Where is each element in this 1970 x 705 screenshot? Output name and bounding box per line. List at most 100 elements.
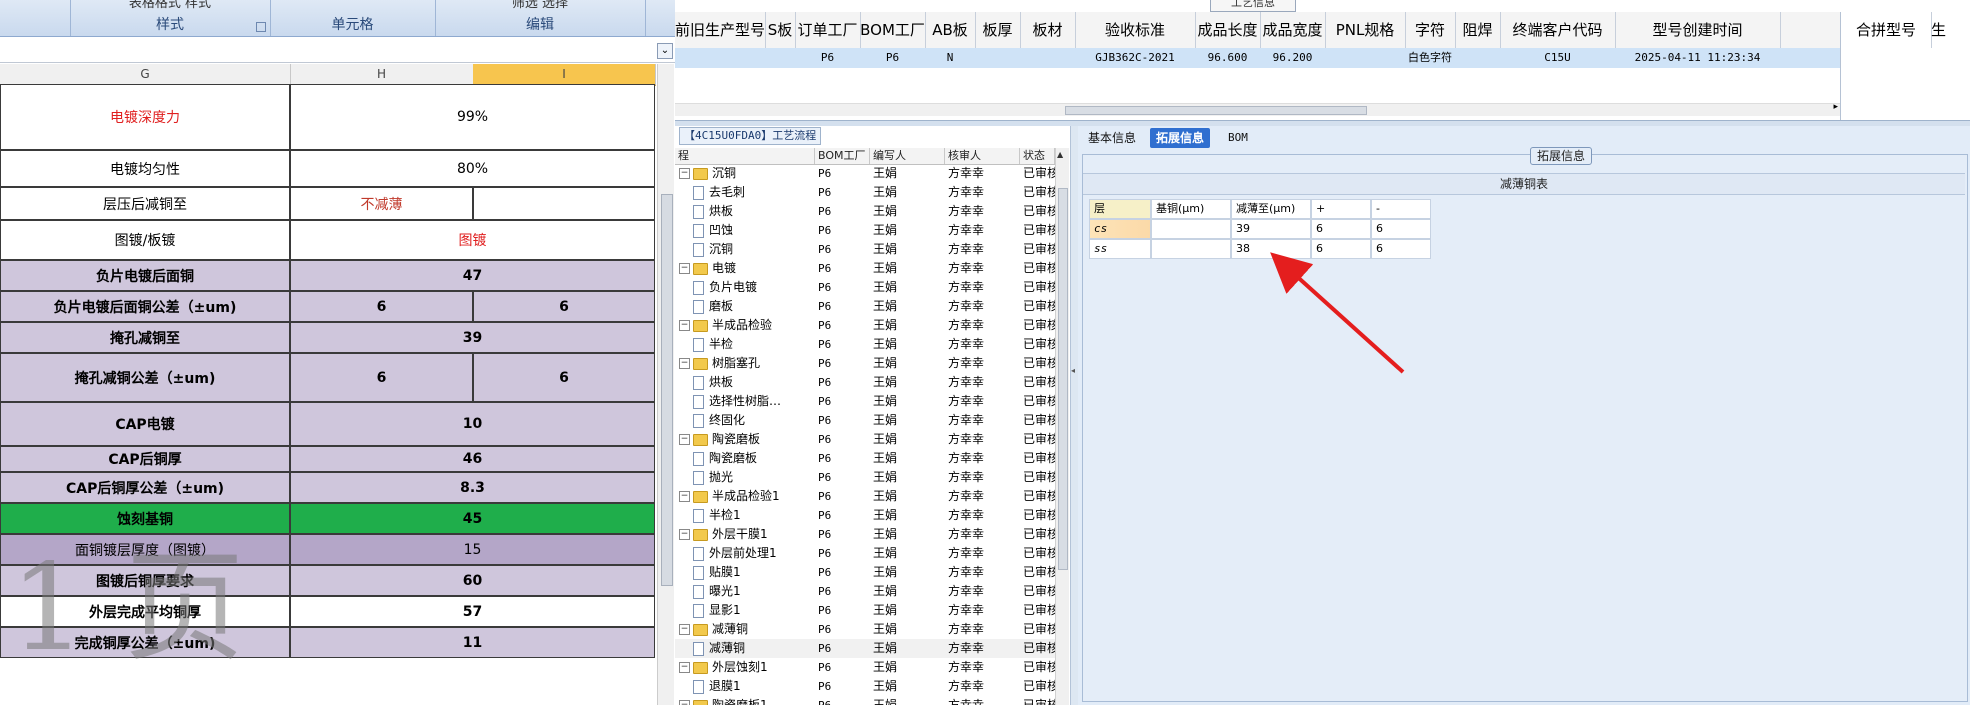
sheet-cell-value[interactable]: 39 bbox=[290, 322, 655, 353]
erp-header-cell[interactable]: 终端客户代码 bbox=[1500, 12, 1616, 48]
erp-header-cell[interactable]: 板材 bbox=[1020, 12, 1076, 48]
tree-node-name-cell[interactable]: − 半成品检验1 bbox=[679, 487, 780, 506]
collapse-node-icon[interactable]: − bbox=[679, 358, 690, 369]
erp-row-cell[interactable] bbox=[675, 48, 765, 68]
tree-node-name-cell[interactable]: 终固化 bbox=[693, 411, 745, 430]
tree-node-name-cell[interactable]: 烘板 bbox=[693, 373, 733, 392]
tree-node[interactable]: 显影1 P6 王娟 方幸幸 已审核 bbox=[675, 601, 1055, 620]
tree-node[interactable]: − 半成品检验1 P6 王娟 方幸幸 已审核 bbox=[675, 487, 1055, 506]
collapse-node-icon[interactable]: − bbox=[679, 320, 690, 331]
tree-header-writer[interactable]: 编写人 bbox=[870, 148, 945, 164]
sheet-cell-value[interactable]: 45 bbox=[290, 503, 655, 534]
tree-node[interactable]: − 树脂塞孔 P6 王娟 方幸幸 已审核 bbox=[675, 354, 1055, 373]
erp-header-cell[interactable]: 成品宽度 bbox=[1260, 12, 1326, 48]
erp-header-cell[interactable]: 验收标准 bbox=[1075, 12, 1196, 48]
erp-header-cell[interactable]: PNL规格 bbox=[1325, 12, 1406, 48]
thin-table-row[interactable]: cs 39 6 6 bbox=[1089, 219, 1431, 239]
tree-node-name-cell[interactable]: 贴膜1 bbox=[693, 563, 741, 582]
tree-node-name-cell[interactable]: 陶瓷磨板 bbox=[693, 449, 757, 468]
tree-header-reviewer[interactable]: 核审人 bbox=[945, 148, 1020, 164]
erp-row-cell[interactable] bbox=[975, 48, 1020, 68]
tree-node-name-cell[interactable]: − 树脂塞孔 bbox=[679, 354, 760, 373]
thin-table-cell[interactable]: 39 bbox=[1231, 219, 1311, 239]
tree-node-name-cell[interactable]: 减薄铜 bbox=[693, 639, 745, 658]
sheet-cell-label[interactable]: 掩孔减铜公差（±um) bbox=[0, 353, 290, 402]
sheet-cell-value[interactable]: 80% bbox=[290, 150, 655, 187]
tree-node-name-cell[interactable]: 半检 bbox=[693, 335, 733, 354]
collapse-node-icon[interactable]: − bbox=[679, 434, 690, 445]
sheet-cell-label[interactable]: 完成铜厚公差（±um) bbox=[0, 627, 290, 658]
tree-node[interactable]: − 电镀 P6 王娟 方幸幸 已审核 bbox=[675, 259, 1055, 278]
excel-vertical-scrollbar[interactable] bbox=[657, 64, 674, 705]
tree-node[interactable]: − 外层蚀刻1 P6 王娟 方幸幸 已审核 bbox=[675, 658, 1055, 677]
thin-table-cell[interactable]: 6 bbox=[1311, 219, 1371, 239]
scrollbar-thumb[interactable] bbox=[1058, 188, 1068, 570]
tab-extended-info[interactable]: 拓展信息 bbox=[1150, 128, 1211, 148]
sheet-cell-label[interactable]: 掩孔减铜至 bbox=[0, 322, 290, 353]
erp-header-cell[interactable]: 阻焊 bbox=[1455, 12, 1501, 48]
tree-node-name-cell[interactable]: 半检1 bbox=[693, 506, 741, 525]
thin-table-cell[interactable] bbox=[1151, 219, 1231, 239]
expand-formula-bar-icon[interactable]: ⌄ bbox=[657, 43, 673, 59]
tree-node-name-cell[interactable]: − 外层干膜1 bbox=[679, 525, 768, 544]
tree-node[interactable]: 选择性树脂… P6 王娟 方幸幸 已审核 bbox=[675, 392, 1055, 411]
erp-header-cell[interactable]: 前旧生产型号 bbox=[675, 12, 766, 48]
sheet-cell-label[interactable]: 蚀刻基铜 bbox=[0, 503, 290, 534]
collapse-node-icon[interactable]: − bbox=[679, 624, 690, 635]
collapse-node-icon[interactable]: − bbox=[679, 168, 690, 179]
thin-table-cell[interactable] bbox=[1151, 239, 1231, 259]
tree-node-name-cell[interactable]: 退膜1 bbox=[693, 677, 741, 696]
tree-node-name-cell[interactable]: 选择性树脂… bbox=[693, 392, 781, 411]
tree-node[interactable]: 曝光1 P6 王娟 方幸幸 已审核 bbox=[675, 582, 1055, 601]
scrollbar-thumb[interactable] bbox=[1065, 106, 1367, 115]
sheet-cell-value[interactable]: 图镀 bbox=[290, 220, 655, 260]
sheet-cell-value[interactable]: 60 bbox=[290, 565, 655, 596]
sheet-cell-label[interactable]: CAP电镀 bbox=[0, 402, 290, 446]
erp-row-cell[interactable]: N bbox=[925, 48, 975, 68]
tab-basic-info[interactable]: 基本信息 bbox=[1082, 128, 1142, 148]
sheet-cell-label[interactable]: 层压后减铜至 bbox=[0, 187, 290, 220]
formula-bar[interactable]: ⌄ bbox=[0, 40, 675, 63]
erp-header-cell[interactable]: 成品长度 bbox=[1195, 12, 1261, 48]
sheet-cell-value[interactable]: 8.3 bbox=[290, 472, 655, 503]
tree-node[interactable]: 减薄铜 P6 王娟 方幸幸 已审核 bbox=[675, 639, 1055, 658]
scroll-up-icon[interactable]: ▲ bbox=[1057, 150, 1063, 159]
tree-node[interactable]: 抛光 P6 王娟 方幸幸 已审核 bbox=[675, 468, 1055, 487]
sheet-cell-value-i[interactable] bbox=[473, 187, 655, 220]
tree-node[interactable]: 半检 P6 王娟 方幸幸 已审核 bbox=[675, 335, 1055, 354]
erp-header-cell[interactable]: AB板 bbox=[925, 12, 976, 48]
sheet-cell-label[interactable]: 电镀深度力 bbox=[0, 84, 290, 150]
column-header-g[interactable]: G bbox=[0, 64, 291, 84]
erp-row-cell[interactable]: 2025-04-11 11:23:34 bbox=[1615, 48, 1780, 68]
erp-row-cell[interactable] bbox=[1325, 48, 1405, 68]
sheet-cell-label[interactable]: 面铜镀层厚度（图镀） bbox=[0, 534, 290, 565]
sheet-cell-value[interactable]: 15 bbox=[290, 534, 655, 565]
erp-row-cell[interactable]: 96.600 bbox=[1195, 48, 1260, 68]
tree-vertical-scrollbar[interactable]: ▲ bbox=[1055, 148, 1069, 705]
tree-header-process[interactable]: 程 bbox=[675, 148, 815, 164]
tree-node[interactable]: 去毛刺 P6 王娟 方幸幸 已审核 bbox=[675, 183, 1055, 202]
tree-node-name-cell[interactable]: 去毛刺 bbox=[693, 183, 745, 202]
tree-node[interactable]: − 减薄铜 P6 王娟 方幸幸 已审核 bbox=[675, 620, 1055, 639]
sheet-cell-value[interactable]: 46 bbox=[290, 446, 655, 472]
thin-table-header-cell[interactable]: 层 bbox=[1089, 199, 1151, 219]
sheet-cell-label[interactable]: 负片电镀后面铜 bbox=[0, 260, 290, 291]
erp-grid-selected-row[interactable]: P6 P6 N GJB362C-2021 96.600 96.200 白色字符 C15U 202… bbox=[675, 48, 1840, 68]
tree-node[interactable]: 终固化 P6 王娟 方幸幸 已审核 bbox=[675, 411, 1055, 430]
tree-node[interactable]: 负片电镀 P6 王娟 方幸幸 已审核 bbox=[675, 278, 1055, 297]
scrollbar-thumb[interactable] bbox=[661, 194, 673, 586]
erp-row-cell[interactable]: 96.200 bbox=[1260, 48, 1325, 68]
tree-node-name-cell[interactable]: 曝光1 bbox=[693, 582, 741, 601]
sheet-cell-label[interactable]: 图镀后铜厚要求 bbox=[0, 565, 290, 596]
tree-node[interactable]: 陶瓷磨板 P6 王娟 方幸幸 已审核 bbox=[675, 449, 1055, 468]
sheet-cell-label[interactable]: 图镀/板镀 bbox=[0, 220, 290, 260]
tree-node[interactable]: − 外层干膜1 P6 王娟 方幸幸 已审核 bbox=[675, 525, 1055, 544]
tree-node-name-cell[interactable]: − 半成品检验 bbox=[679, 316, 772, 335]
tree-node[interactable]: 磨板 P6 王娟 方幸幸 已审核 bbox=[675, 297, 1055, 316]
thin-table-cell[interactable]: 38 bbox=[1231, 239, 1311, 259]
sheet-cell-value-i[interactable]: 6 bbox=[473, 291, 655, 322]
tab-bom[interactable]: BOM bbox=[1222, 128, 1254, 148]
tree-header-status[interactable]: 状态 bbox=[1020, 148, 1055, 164]
thin-table-header-cell[interactable]: 减薄至(μm) bbox=[1231, 199, 1311, 219]
tree-node-name-cell[interactable]: − 陶瓷磨板1 bbox=[679, 696, 768, 705]
